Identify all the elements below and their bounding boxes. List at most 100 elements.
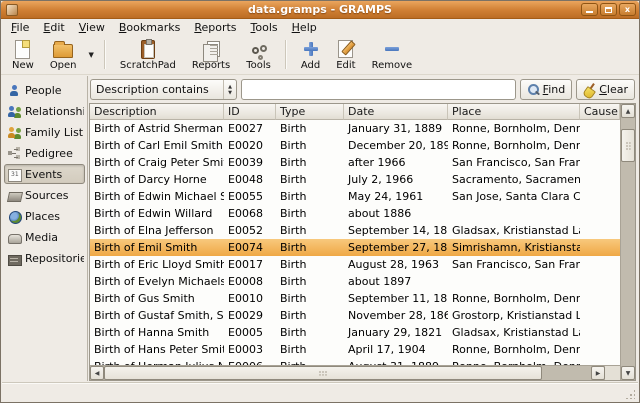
cell-cause — [580, 188, 620, 205]
menu-reports[interactable]: Reports — [187, 20, 243, 35]
scroll-up-icon[interactable]: ▲ — [621, 104, 635, 118]
table-row[interactable]: Birth of Hanna SmithE0005BirthJanuary 29… — [90, 324, 620, 341]
app-body: People RelationshipsFamily ListPedigreeEv… — [2, 76, 638, 381]
find-button[interactable]: Find — [520, 79, 573, 100]
cell-date: September 27, 1860 — [344, 239, 448, 256]
cell-id: E0048 — [224, 171, 276, 188]
clear-broom-icon — [583, 83, 596, 97]
cell-place: Gladsax, Kristianstad Lan, S... — [448, 222, 580, 239]
cell-place: Ronne, Bornholm, Denmark — [448, 137, 580, 154]
table-row[interactable]: Birth of Astrid Shermanna A...E0027Birth… — [90, 120, 620, 137]
sidebar-item-media[interactable]: Media — [4, 227, 85, 247]
vertical-scrollbar[interactable]: ▲ ▼ — [620, 104, 635, 380]
horizontal-scroll-thumb[interactable] — [104, 366, 542, 380]
column-header-date[interactable]: Date — [344, 104, 448, 120]
column-header-cause[interactable]: Cause — [580, 104, 620, 120]
cell-cause — [580, 256, 620, 273]
cell-id: E0010 — [224, 290, 276, 307]
sidebar-item-events[interactable]: Events — [4, 164, 85, 184]
title-bar[interactable]: data.gramps - GRAMPS x — [1, 1, 639, 19]
open-folder-icon — [53, 44, 73, 58]
cell-type: Birth — [276, 358, 344, 365]
table-row[interactable]: Birth of Craig Peter SmithE0039Birthafte… — [90, 154, 620, 171]
vertical-scroll-thumb[interactable] — [621, 129, 635, 162]
menu-help[interactable]: Help — [285, 20, 324, 35]
filter-search-input[interactable] — [241, 79, 516, 100]
new-button[interactable]: New — [4, 37, 42, 72]
cell-type: Birth — [276, 120, 344, 137]
vertical-scroll-track[interactable] — [621, 162, 635, 365]
table-row[interactable]: Birth of Elna JeffersonE0052BirthSeptemb… — [90, 222, 620, 239]
menu-tools[interactable]: Tools — [244, 20, 285, 35]
open-dropdown-arrow-icon[interactable]: ▼ — [85, 37, 98, 72]
table-row[interactable]: Birth of Herman Julius NielsenE0006Birth… — [90, 358, 620, 365]
sidebar-item-pedigree[interactable]: Pedigree — [4, 143, 85, 163]
table-row[interactable]: Birth of Gustaf Smith, Sr.E0029BirthNove… — [90, 307, 620, 324]
cell-type: Birth — [276, 137, 344, 154]
sidebar-item-sources[interactable]: Sources — [4, 185, 85, 205]
sidebar-item-repositories[interactable]: Repositories — [4, 248, 85, 268]
cell-description: Birth of Evelyn Michaels — [90, 273, 224, 290]
scroll-right-icon[interactable]: ▶ — [591, 366, 605, 380]
horizontal-scroll-track[interactable] — [542, 366, 591, 380]
relationship-icon — [8, 105, 21, 118]
cell-id: E0020 — [224, 137, 276, 154]
family-icon — [8, 126, 21, 139]
reports-button[interactable]: Reports — [184, 37, 238, 72]
resize-grip-icon[interactable] — [625, 389, 635, 399]
minimize-button[interactable] — [581, 3, 598, 16]
maximize-button[interactable] — [600, 3, 617, 16]
cell-id: E0005 — [224, 324, 276, 341]
scratchpad-button[interactable]: ScratchPad — [112, 37, 184, 72]
open-button[interactable]: Open — [42, 37, 85, 72]
cell-description: Birth of Emil Smith — [90, 239, 224, 256]
cell-id: E0017 — [224, 256, 276, 273]
table-row[interactable]: Birth of Eric Lloyd SmithE0017BirthAugus… — [90, 256, 620, 273]
column-header-type[interactable]: Type — [276, 104, 344, 120]
combo-arrows-icon[interactable]: ▲▼ — [223, 80, 236, 99]
menu-file[interactable]: File — [4, 20, 36, 35]
cell-place: Ronne, Bornholm, Denmark — [448, 358, 580, 365]
table-row[interactable]: Birth of Edwin Michael SmithE0055BirthMa… — [90, 188, 620, 205]
tools-button[interactable]: Tools — [238, 37, 279, 72]
scroll-left-icon[interactable]: ◀ — [90, 366, 104, 380]
cell-description: Birth of Gus Smith — [90, 290, 224, 307]
filter-bar: Description contains ▲▼ Find Clear — [89, 78, 636, 103]
sidebar-item-people[interactable]: People — [4, 80, 85, 100]
cell-id: E0027 — [224, 120, 276, 137]
filter-field-select[interactable]: Description contains ▲▼ — [90, 79, 237, 100]
table-row[interactable]: Birth of Carl Emil SmithE0020BirthDecemb… — [90, 137, 620, 154]
menu-edit[interactable]: Edit — [36, 20, 71, 35]
close-button[interactable]: x — [619, 3, 636, 16]
column-header-description[interactable]: Description — [90, 104, 224, 120]
pedigree-icon — [8, 147, 21, 160]
menu-bookmarks[interactable]: Bookmarks — [112, 20, 187, 35]
cell-description: Birth of Darcy Horne — [90, 171, 224, 188]
sidebar-item-places[interactable]: Places — [4, 206, 85, 226]
table-row[interactable]: Birth of Gus SmithE0010BirthSeptember 11… — [90, 290, 620, 307]
clear-button[interactable]: Clear — [576, 79, 635, 100]
menu-view[interactable]: View — [72, 20, 112, 35]
sidebar-item-label: People — [25, 84, 62, 97]
table-row[interactable]: Birth of Edwin WillardE0068Birthabout 18… — [90, 205, 620, 222]
horizontal-scrollbar[interactable]: ◀ ▶ — [90, 365, 605, 380]
column-header-place[interactable]: Place — [448, 104, 580, 120]
toolbar-separator — [285, 40, 287, 69]
sidebar-item-family-list[interactable]: Family List — [4, 122, 85, 142]
table-row[interactable]: Birth of Emil SmithE0074BirthSeptember 2… — [90, 239, 620, 256]
remove-button[interactable]: Remove — [364, 37, 421, 72]
edit-button[interactable]: Edit — [328, 37, 363, 72]
sidebar-item-label: Media — [25, 231, 58, 244]
cell-id: E0039 — [224, 154, 276, 171]
tools-icon — [252, 47, 259, 54]
table-row[interactable]: Birth of Evelyn MichaelsE0008Birthabout … — [90, 273, 620, 290]
sidebar-item-relationships[interactable]: Relationships — [4, 101, 85, 121]
cell-type: Birth — [276, 341, 344, 358]
table-row[interactable]: Birth of Darcy HorneE0048BirthJuly 2, 19… — [90, 171, 620, 188]
cell-type: Birth — [276, 307, 344, 324]
scroll-down-icon[interactable]: ▼ — [621, 366, 635, 380]
toolbar: NewOpen▼ ScratchPadReportsTools AddEditRem… — [1, 35, 639, 75]
column-header-id[interactable]: ID — [224, 104, 276, 120]
table-row[interactable]: Birth of Hans Peter SmithE0003BirthApril… — [90, 341, 620, 358]
add-button[interactable]: Add — [293, 37, 328, 72]
